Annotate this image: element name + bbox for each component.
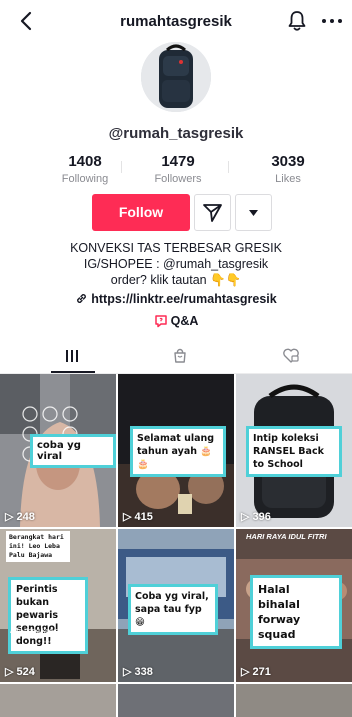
following-count: 1408 [68,153,102,170]
likes-count: 3039 [271,153,305,170]
profile-tabs [0,340,352,374]
stat-divider [121,161,122,173]
qa-label: Q&A [170,314,199,328]
grid-icon [66,350,78,362]
send-icon [203,204,222,222]
video-overlay-note: Berangkat hari ini! Leo Leba Palu Bajawa [6,531,70,562]
top-bar: rumahtasgresik [0,0,352,44]
view-count: ▷ 524 [5,666,35,678]
view-count-value: 248 [16,511,35,523]
caret-down-icon [249,210,258,216]
bell-icon[interactable] [286,9,308,33]
bio-link-text: https://linktr.ee/rumahtasgresik [91,292,277,306]
shop-bag-icon [174,348,186,363]
more-dots-icon[interactable] [320,12,344,30]
bio: KONVEKSI TAS TERBESAR GRESIK IG/SHOPEE :… [0,240,352,288]
active-tab-indicator [51,371,95,373]
stat-divider [228,161,229,173]
bio-line: order? klik tautan 👇👇 [110,273,242,287]
video-thumbnail[interactable] [0,684,116,717]
followers-count: 1479 [161,153,195,170]
view-count: ▷ 248 [5,511,35,523]
video-subtitle: Ado dong kaa gaa [10,628,67,635]
avatar[interactable] [141,42,211,112]
video-thumbnail-image [0,684,116,717]
stats-row: 1408 Following 1479 Followers 3039 Likes [60,153,305,187]
video-thumbnail[interactable]: coba yg viral ▷ 248 [0,374,116,527]
follow-button[interactable]: Follow [92,194,190,231]
view-count: ▷ 338 [123,666,153,678]
bio-line: KONVEKSI TAS TERBESAR GRESIK [70,241,282,255]
video-thumbnail[interactable]: Selamat ulang tahun ayah 🎂🎂 ▷ 415 [118,374,234,527]
bio-link[interactable]: https://linktr.ee/rumahtasgresik [0,292,352,306]
video-thumbnail[interactable]: Intip koleksi RANSEL Back to School ▷ 39… [236,374,352,527]
profile-handle: @rumah_tasgresik [108,125,244,142]
view-count-value: 415 [134,511,153,523]
qa-icon [154,315,167,328]
tab-shop[interactable] [117,340,234,373]
video-thumbnail[interactable] [118,684,234,717]
video-thumbnail-image [236,684,352,717]
video-caption: Perintis bukan pewaris senggol dong!! [8,577,88,654]
likes-stat[interactable]: 3039 Likes [238,153,338,185]
tab-liked[interactable] [234,340,351,373]
video-banner: HARI RAYA IDUL FITRI [246,532,327,541]
video-caption: coba yg viral [30,434,116,468]
followers-stat[interactable]: 1479 Followers [128,153,228,185]
video-thumbnail-image [118,684,234,717]
tab-videos[interactable] [0,340,117,373]
video-thumbnail[interactable]: Berangkat hari ini! Leo Leba Palu Bajawa… [0,529,116,682]
video-thumbnail[interactable]: Coba yg viral, sapa tau fyp 😁 ▷ 338 [118,529,234,682]
view-count: ▷ 271 [241,666,271,678]
following-label: Following [61,173,109,185]
message-button[interactable] [194,194,231,231]
view-count-value: 396 [252,511,271,523]
link-icon [77,294,87,303]
following-stat[interactable]: 1408 Following [40,153,130,185]
view-count-value: 524 [16,666,35,678]
video-grid: coba yg viral ▷ 248 Selamat ulang tahun … [0,374,352,717]
view-count: ▷ 396 [241,511,271,523]
likes-label: Likes [275,173,301,185]
followers-label: Followers [154,173,202,185]
view-count-value: 338 [134,666,153,678]
suggestions-dropdown-button[interactable] [235,194,272,231]
bio-line: IG/SHOPEE : @rumah_tasgresik [83,257,269,271]
video-caption: Selamat ulang tahun ayah 🎂🎂 [130,426,226,477]
video-caption: Halal bihalal forway squad [250,575,342,649]
video-thumbnail[interactable] [236,684,352,717]
liked-heart-icon [283,348,299,363]
view-count: ▷ 415 [123,511,153,523]
qa-link[interactable]: Q&A [0,314,352,328]
video-thumbnail[interactable]: HARI RAYA IDUL FITRI Halal bihalal forwa… [236,529,352,682]
video-caption: Coba yg viral, sapa tau fyp 😁 [128,584,218,635]
video-caption: Intip koleksi RANSEL Back to School [246,426,342,477]
view-count-value: 271 [252,666,271,678]
